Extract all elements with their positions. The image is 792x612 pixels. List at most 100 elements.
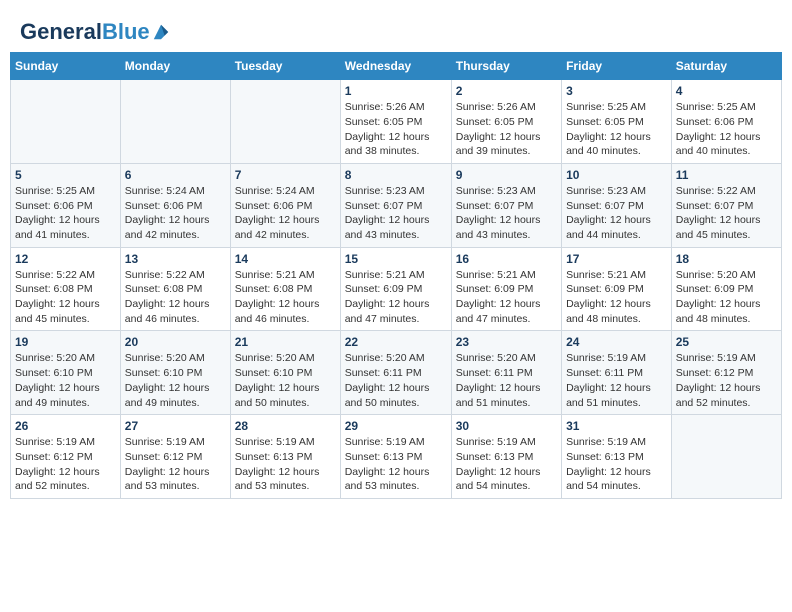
day-info: Sunrise: 5:21 AMSunset: 6:08 PMDaylight:… bbox=[235, 268, 336, 327]
weekday-header-monday: Monday bbox=[120, 53, 230, 80]
calendar-cell: 9 Sunrise: 5:23 AMSunset: 6:07 PMDaylight… bbox=[451, 163, 561, 247]
day-info: Sunrise: 5:22 AMSunset: 6:08 PMDaylight:… bbox=[125, 268, 226, 327]
calendar-cell: 31 Sunrise: 5:19 AMSunset: 6:13 PMDayligh… bbox=[562, 415, 672, 499]
day-number: 14 bbox=[235, 252, 336, 266]
day-number: 19 bbox=[15, 335, 116, 349]
day-info: Sunrise: 5:25 AMSunset: 6:06 PMDaylight:… bbox=[676, 100, 777, 159]
calendar-cell: 13 Sunrise: 5:22 AMSunset: 6:08 PMDayligh… bbox=[120, 247, 230, 331]
day-number: 11 bbox=[676, 168, 777, 182]
day-number: 9 bbox=[456, 168, 557, 182]
day-info: Sunrise: 5:25 AMSunset: 6:05 PMDaylight:… bbox=[566, 100, 667, 159]
day-number: 12 bbox=[15, 252, 116, 266]
calendar-cell: 27Sunrise: 5:19 AMSunset: 6:12 PMDayligh… bbox=[120, 415, 230, 499]
day-info: Sunrise: 5:23 AMSunset: 6:07 PMDaylight:… bbox=[456, 184, 557, 243]
day-number: 18 bbox=[676, 252, 777, 266]
day-info: Sunrise: 5:19 AMSunset: 6:13 PMDaylight:… bbox=[235, 435, 336, 494]
day-number: 13 bbox=[125, 252, 226, 266]
day-info: Sunrise: 5:22 AMSunset: 6:07 PMDaylight:… bbox=[676, 184, 777, 243]
calendar-cell: 3 Sunrise: 5:25 AMSunset: 6:05 PMDaylight… bbox=[562, 80, 672, 164]
day-info: Sunrise: 5:19 AMSunset: 6:13 PMDaylight:… bbox=[566, 435, 667, 494]
day-info: Sunrise: 5:25 AMSunset: 6:06 PMDaylight:… bbox=[15, 184, 116, 243]
day-info: Sunrise: 5:24 AMSunset: 6:06 PMDaylight:… bbox=[125, 184, 226, 243]
weekday-header-tuesday: Tuesday bbox=[230, 53, 340, 80]
calendar-cell: 7Sunrise: 5:24 AMSunset: 6:06 PMDaylight… bbox=[230, 163, 340, 247]
calendar-cell: 2 Sunrise: 5:26 AMSunset: 6:05 PMDaylight… bbox=[451, 80, 561, 164]
day-number: 2 bbox=[456, 84, 557, 98]
calendar-header: SundayMondayTuesdayWednesdayThursdayFrid… bbox=[11, 53, 782, 80]
logo: GeneralBlue bbox=[20, 20, 170, 44]
logo-text: GeneralBlue bbox=[20, 20, 150, 44]
logo-icon bbox=[152, 23, 170, 41]
day-number: 28 bbox=[235, 419, 336, 433]
day-info: Sunrise: 5:20 AMSunset: 6:09 PMDaylight:… bbox=[676, 268, 777, 327]
calendar-cell bbox=[120, 80, 230, 164]
calendar-cell: 14 Sunrise: 5:21 AMSunset: 6:08 PMDayligh… bbox=[230, 247, 340, 331]
day-info: Sunrise: 5:19 AMSunset: 6:13 PMDaylight:… bbox=[345, 435, 447, 494]
day-number: 25 bbox=[676, 335, 777, 349]
calendar-week-2: 5 Sunrise: 5:25 AMSunset: 6:06 PMDaylight… bbox=[11, 163, 782, 247]
calendar-cell: 25 Sunrise: 5:19 AMSunset: 6:12 PMDayligh… bbox=[671, 331, 781, 415]
weekday-header-saturday: Saturday bbox=[671, 53, 781, 80]
calendar-week-4: 19 Sunrise: 5:20 AMSunset: 6:10 PMDayligh… bbox=[11, 331, 782, 415]
weekday-header-friday: Friday bbox=[562, 53, 672, 80]
day-info: Sunrise: 5:20 AMSunset: 6:11 PMDaylight:… bbox=[456, 351, 557, 410]
day-info: Sunrise: 5:26 AMSunset: 6:05 PMDaylight:… bbox=[456, 100, 557, 159]
calendar-table: SundayMondayTuesdayWednesdayThursdayFrid… bbox=[10, 52, 782, 499]
calendar-week-3: 12 Sunrise: 5:22 AMSunset: 6:08 PMDayligh… bbox=[11, 247, 782, 331]
calendar-cell: 23Sunrise: 5:20 AMSunset: 6:11 PMDayligh… bbox=[451, 331, 561, 415]
day-info: Sunrise: 5:23 AMSunset: 6:07 PMDaylight:… bbox=[566, 184, 667, 243]
calendar-cell: 20 Sunrise: 5:20 AMSunset: 6:10 PMDayligh… bbox=[120, 331, 230, 415]
weekday-header-sunday: Sunday bbox=[11, 53, 121, 80]
day-number: 6 bbox=[125, 168, 226, 182]
day-info: Sunrise: 5:23 AMSunset: 6:07 PMDaylight:… bbox=[345, 184, 447, 243]
calendar-cell: 11 Sunrise: 5:22 AMSunset: 6:07 PMDayligh… bbox=[671, 163, 781, 247]
calendar-cell: 29 Sunrise: 5:19 AMSunset: 6:13 PMDayligh… bbox=[340, 415, 451, 499]
day-info: Sunrise: 5:22 AMSunset: 6:08 PMDaylight:… bbox=[15, 268, 116, 327]
day-info: Sunrise: 5:21 AMSunset: 6:09 PMDaylight:… bbox=[345, 268, 447, 327]
day-number: 20 bbox=[125, 335, 226, 349]
day-info: Sunrise: 5:19 AMSunset: 6:12 PMDaylight:… bbox=[676, 351, 777, 410]
calendar-cell: 21 Sunrise: 5:20 AMSunset: 6:10 PMDayligh… bbox=[230, 331, 340, 415]
calendar-cell: 4Sunrise: 5:25 AMSunset: 6:06 PMDaylight… bbox=[671, 80, 781, 164]
day-info: Sunrise: 5:20 AMSunset: 6:10 PMDaylight:… bbox=[15, 351, 116, 410]
day-number: 22 bbox=[345, 335, 447, 349]
calendar-cell: 22 Sunrise: 5:20 AMSunset: 6:11 PMDayligh… bbox=[340, 331, 451, 415]
day-info: Sunrise: 5:21 AMSunset: 6:09 PMDaylight:… bbox=[456, 268, 557, 327]
day-number: 29 bbox=[345, 419, 447, 433]
day-number: 21 bbox=[235, 335, 336, 349]
day-info: Sunrise: 5:24 AMSunset: 6:06 PMDaylight:… bbox=[235, 184, 336, 243]
calendar-cell: 10 Sunrise: 5:23 AMSunset: 6:07 PMDayligh… bbox=[562, 163, 672, 247]
calendar-cell: 16 Sunrise: 5:21 AMSunset: 6:09 PMDayligh… bbox=[451, 247, 561, 331]
day-number: 31 bbox=[566, 419, 667, 433]
day-info: Sunrise: 5:19 AMSunset: 6:12 PMDaylight:… bbox=[125, 435, 226, 494]
day-number: 1 bbox=[345, 84, 447, 98]
day-number: 10 bbox=[566, 168, 667, 182]
day-info: Sunrise: 5:19 AMSunset: 6:13 PMDaylight:… bbox=[456, 435, 557, 494]
day-number: 5 bbox=[15, 168, 116, 182]
day-info: Sunrise: 5:19 AMSunset: 6:12 PMDaylight:… bbox=[15, 435, 116, 494]
calendar-week-1: 1 Sunrise: 5:26 AMSunset: 6:05 PMDaylight… bbox=[11, 80, 782, 164]
day-number: 26 bbox=[15, 419, 116, 433]
weekday-header-thursday: Thursday bbox=[451, 53, 561, 80]
calendar-cell: 1 Sunrise: 5:26 AMSunset: 6:05 PMDaylight… bbox=[340, 80, 451, 164]
calendar-cell: 15 Sunrise: 5:21 AMSunset: 6:09 PMDayligh… bbox=[340, 247, 451, 331]
calendar-cell: 8 Sunrise: 5:23 AMSunset: 6:07 PMDaylight… bbox=[340, 163, 451, 247]
day-info: Sunrise: 5:26 AMSunset: 6:05 PMDaylight:… bbox=[345, 100, 447, 159]
calendar-cell: 17Sunrise: 5:21 AMSunset: 6:09 PMDayligh… bbox=[562, 247, 672, 331]
day-info: Sunrise: 5:20 AMSunset: 6:10 PMDaylight:… bbox=[125, 351, 226, 410]
day-info: Sunrise: 5:20 AMSunset: 6:11 PMDaylight:… bbox=[345, 351, 447, 410]
day-info: Sunrise: 5:19 AMSunset: 6:11 PMDaylight:… bbox=[566, 351, 667, 410]
day-number: 24 bbox=[566, 335, 667, 349]
calendar-cell: 28 Sunrise: 5:19 AMSunset: 6:13 PMDayligh… bbox=[230, 415, 340, 499]
day-info: Sunrise: 5:20 AMSunset: 6:10 PMDaylight:… bbox=[235, 351, 336, 410]
calendar-cell: 12 Sunrise: 5:22 AMSunset: 6:08 PMDayligh… bbox=[11, 247, 121, 331]
calendar-cell: 30Sunrise: 5:19 AMSunset: 6:13 PMDayligh… bbox=[451, 415, 561, 499]
day-number: 16 bbox=[456, 252, 557, 266]
day-number: 8 bbox=[345, 168, 447, 182]
calendar-week-5: 26 Sunrise: 5:19 AMSunset: 6:12 PMDayligh… bbox=[11, 415, 782, 499]
day-number: 3 bbox=[566, 84, 667, 98]
day-number: 17 bbox=[566, 252, 667, 266]
day-number: 15 bbox=[345, 252, 447, 266]
page-header: GeneralBlue bbox=[10, 10, 782, 52]
calendar-cell bbox=[230, 80, 340, 164]
